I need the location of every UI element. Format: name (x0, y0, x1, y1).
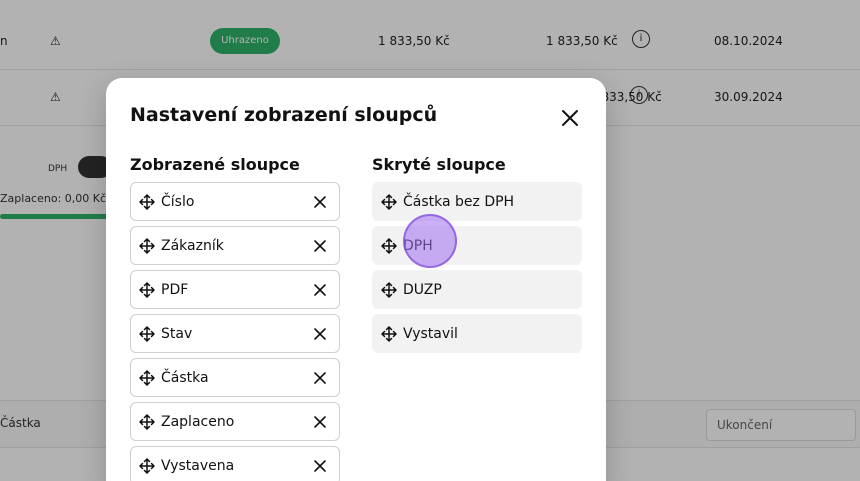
remove-column-icon[interactable] (313, 459, 327, 473)
drag-move-icon[interactable] (139, 369, 155, 386)
drag-move-icon[interactable] (139, 281, 155, 298)
shown-column-item[interactable]: Číslo (130, 182, 340, 221)
remove-column-icon[interactable] (313, 239, 327, 253)
modal-title: Nastavení zobrazení sloupců (130, 104, 438, 126)
shown-column-item[interactable]: Částka (130, 358, 340, 397)
column-label: Částka (161, 369, 209, 386)
drag-move-icon[interactable] (381, 281, 397, 298)
drag-move-icon[interactable] (139, 237, 155, 254)
hidden-column-item[interactable]: Vystavil (372, 314, 582, 353)
column-label: DUZP (403, 281, 442, 298)
column-label: Číslo (161, 193, 195, 210)
drag-move-icon[interactable] (139, 413, 155, 430)
column-label: PDF (161, 281, 189, 298)
shown-column-item[interactable]: Stav (130, 314, 340, 353)
column-label: Stav (161, 325, 193, 342)
column-label: Vystavil (403, 325, 458, 342)
shown-columns-heading: Zobrazené sloupce (130, 155, 300, 174)
column-label: Zaplaceno (161, 413, 235, 430)
drag-move-icon[interactable] (381, 193, 397, 210)
shown-column-item[interactable]: Zaplaceno (130, 402, 340, 441)
remove-column-icon[interactable] (313, 415, 327, 429)
shown-column-item[interactable]: Vystavena (130, 446, 340, 481)
shown-column-item[interactable]: Zákazník (130, 226, 340, 265)
hidden-column-item[interactable]: DPH (372, 226, 582, 265)
column-label: Částka bez DPH (403, 193, 515, 210)
column-label: Vystavena (161, 457, 235, 474)
hidden-columns-heading: Skryté sloupce (372, 155, 506, 174)
drag-move-icon[interactable] (381, 237, 397, 254)
drag-move-icon[interactable] (381, 325, 397, 342)
close-icon[interactable] (558, 106, 582, 130)
drag-move-icon[interactable] (139, 193, 155, 210)
remove-column-icon[interactable] (313, 371, 327, 385)
drag-move-icon[interactable] (139, 457, 155, 474)
drag-move-icon[interactable] (139, 325, 155, 342)
column-label: DPH (403, 237, 433, 254)
column-settings-modal: Nastavení zobrazení sloupců Zobrazené sl… (106, 78, 606, 481)
hidden-column-item[interactable]: Částka bez DPH (372, 182, 582, 221)
remove-column-icon[interactable] (313, 327, 327, 341)
hidden-column-item[interactable]: DUZP (372, 270, 582, 309)
column-label: Zákazník (161, 237, 224, 254)
remove-column-icon[interactable] (313, 195, 327, 209)
shown-column-item[interactable]: PDF (130, 270, 340, 309)
remove-column-icon[interactable] (313, 283, 327, 297)
